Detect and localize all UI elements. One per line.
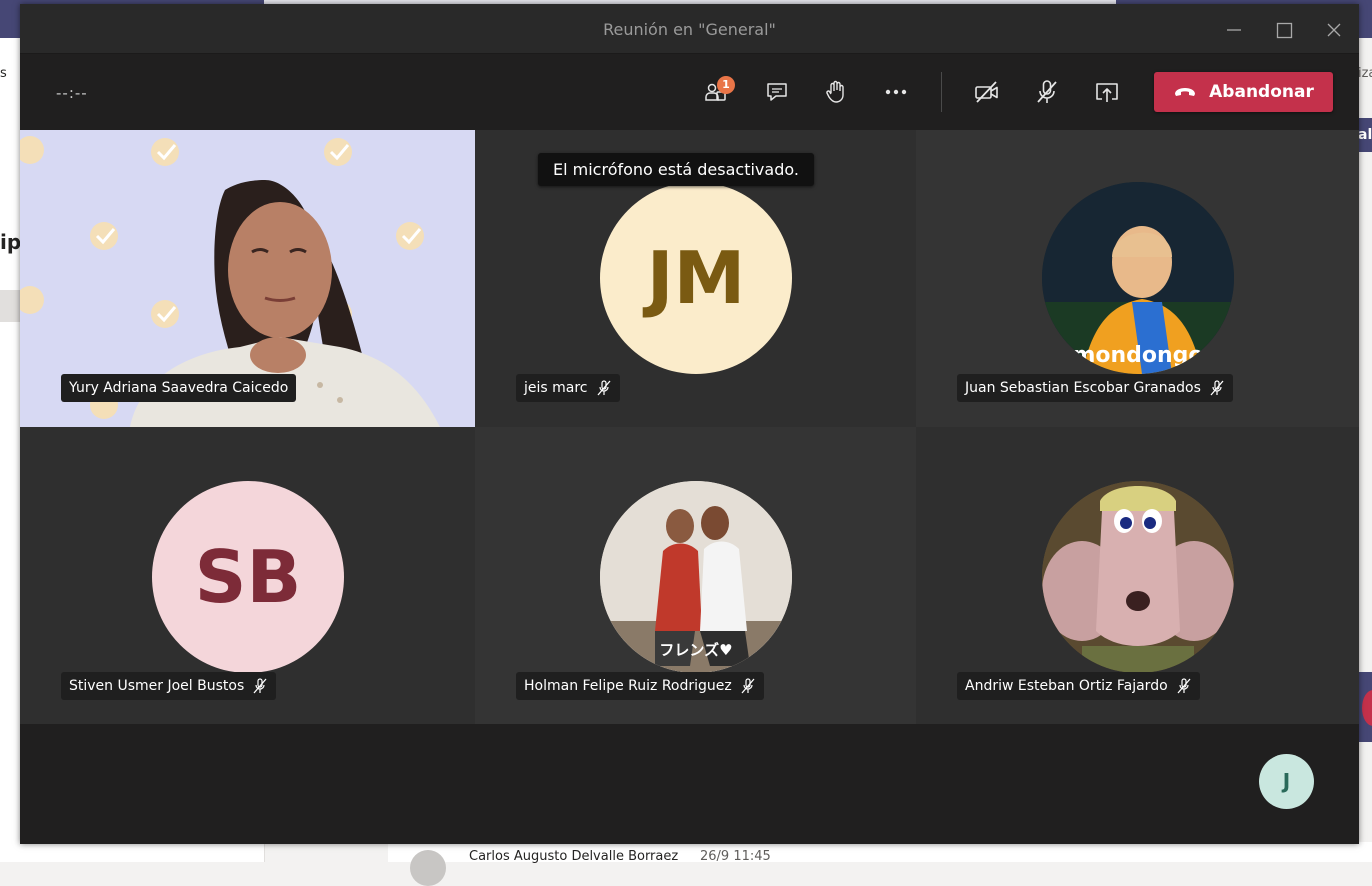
- minimize-button[interactable]: [1220, 16, 1248, 44]
- mic-off-icon: [1177, 678, 1191, 694]
- meeting-timer: --:--: [56, 84, 88, 102]
- close-button[interactable]: [1320, 16, 1348, 44]
- leave-meeting-label: Abandonar: [1209, 82, 1314, 102]
- avatar-picture: [1042, 481, 1234, 673]
- background-left-selection: [0, 290, 20, 322]
- participant-tile[interactable]: mondongo Juan Sebastian Escobar Granados: [916, 130, 1359, 427]
- background-right-text: iza: [1358, 66, 1372, 81]
- mic-off-icon: [1037, 80, 1057, 103]
- participant-avatar: mondongo: [1042, 182, 1234, 374]
- hand-icon: [826, 80, 844, 103]
- meeting-toolbar: --:-- 1 Abandonar: [20, 54, 1359, 130]
- close-icon: [1327, 23, 1341, 37]
- mic-off-icon: [1210, 380, 1224, 396]
- participant-avatar: フレンズ♥: [600, 481, 792, 673]
- participant-name: Andriw Esteban Ortiz Fajardo: [965, 678, 1168, 694]
- participants-badge: 1: [717, 76, 735, 94]
- avatar-caption: mondongo: [1072, 343, 1203, 368]
- participant-name: Yury Adriana Saavedra Caicedo: [69, 380, 289, 396]
- avatar-picture: フレンズ♥: [600, 481, 792, 673]
- leave-meeting-button[interactable]: Abandonar: [1154, 72, 1333, 112]
- self-view-area: [20, 724, 1359, 844]
- participant-name-tag: Andriw Esteban Ortiz Fajardo: [957, 672, 1200, 700]
- background-chat-avatar: [410, 850, 446, 886]
- mic-toggle-button[interactable]: [1027, 72, 1067, 112]
- participant-tile[interactable]: Yury Adriana Saavedra Caicedo: [20, 130, 475, 427]
- share-screen-button[interactable]: [1087, 72, 1127, 112]
- hang-up-icon: [1175, 88, 1196, 96]
- mic-muted-tooltip: El micrófono está desactivado.: [538, 153, 814, 186]
- chat-icon: [767, 83, 787, 101]
- avatar-caption: フレンズ♥: [659, 641, 732, 659]
- chat-button[interactable]: [757, 72, 797, 112]
- participant-name: jeis marc: [524, 380, 588, 396]
- participant-name-tag: Juan Sebastian Escobar Granados: [957, 374, 1233, 402]
- camera-off-icon: [975, 81, 998, 103]
- share-screen-icon: [1096, 83, 1118, 102]
- participants-button[interactable]: 1: [696, 72, 736, 112]
- participant-name-tag: jeis marc: [516, 374, 620, 402]
- avatar-picture: mondongo: [1042, 182, 1234, 374]
- mic-off-icon: [741, 678, 755, 694]
- participant-avatar: JM: [600, 182, 792, 374]
- participant-name-tag: Yury Adriana Saavedra Caicedo: [61, 374, 297, 402]
- self-avatar[interactable]: J: [1259, 754, 1314, 809]
- more-options-button[interactable]: [876, 72, 916, 112]
- mic-off-icon: [253, 678, 267, 694]
- video-grid: Yury Adriana Saavedra Caicedo JM jeis ma…: [20, 130, 1359, 724]
- participant-name-tag: Holman Felipe Ruiz Rodriguez: [516, 672, 764, 700]
- participant-avatar: SB: [152, 481, 344, 673]
- background-right-pill: al: [1358, 118, 1372, 152]
- camera-toggle-button[interactable]: [967, 72, 1007, 112]
- maximize-button[interactable]: [1270, 16, 1298, 44]
- maximize-icon: [1276, 22, 1293, 39]
- participant-name: Holman Felipe Ruiz Rodriguez: [524, 678, 732, 694]
- participant-avatar: [1042, 481, 1234, 673]
- participant-tile[interactable]: SB Stiven Usmer Joel Bustos: [20, 427, 475, 724]
- raise-hand-button[interactable]: [816, 72, 856, 112]
- toolbar-divider: [941, 72, 942, 112]
- title-bar: Reunión en "General": [20, 4, 1359, 54]
- avatar-initials: SB: [194, 535, 302, 619]
- participant-tile[interactable]: Andriw Esteban Ortiz Fajardo: [916, 427, 1359, 724]
- avatar-initials: JM: [646, 236, 746, 320]
- window-title: Reunión en "General": [603, 20, 776, 39]
- participant-name: Juan Sebastian Escobar Granados: [965, 380, 1201, 396]
- minimize-icon: [1227, 29, 1241, 31]
- mic-off-icon: [597, 380, 610, 396]
- participant-tile[interactable]: フレンズ♥ Holman Felipe Ruiz Rodriguez: [475, 427, 916, 724]
- meeting-window: Reunión en "General" --:-- 1 Abandonar Y…: [20, 4, 1359, 844]
- background-left-text: s: [0, 66, 7, 81]
- participant-name: Stiven Usmer Joel Bustos: [69, 678, 245, 694]
- participant-name-tag: Stiven Usmer Joel Bustos: [61, 672, 277, 700]
- more-icon: [885, 89, 907, 95]
